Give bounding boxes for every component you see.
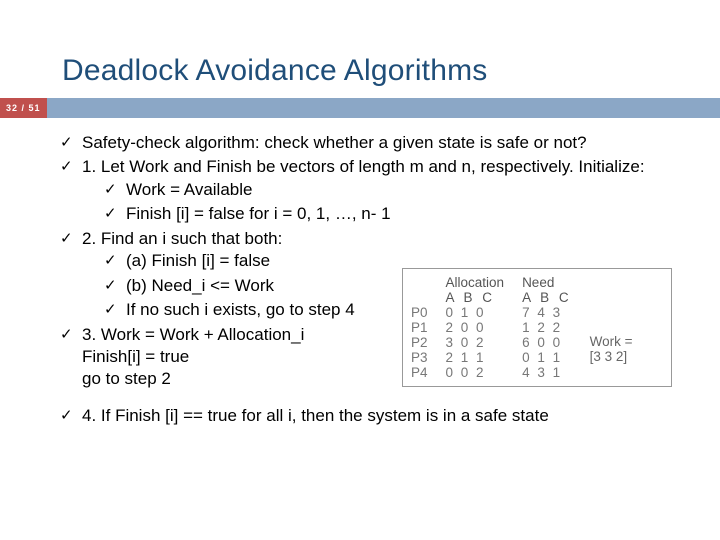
bullet-step1-text: 1. Let Work and Finish be vectors of len… xyxy=(82,157,645,176)
th-need: Need xyxy=(522,275,572,290)
alloc-p0: 0 1 0 xyxy=(446,305,505,320)
allocation-table: P0 P1 P2 P3 P4 Allocation A B C 0 1 0 2 … xyxy=(402,268,672,387)
alloc-p1: 2 0 0 xyxy=(446,320,505,335)
col-work: Work = [3 3 2] xyxy=(590,275,633,380)
alloc-p3: 2 1 1 xyxy=(446,350,505,365)
col-process: P0 P1 P2 P3 P4 xyxy=(411,275,428,380)
row-p1: P1 xyxy=(411,320,428,335)
title-bar: 32 / 51 xyxy=(0,98,720,118)
final-list: 4. If Finish [i] == true for all i, then… xyxy=(60,405,680,427)
slide-title: Deadlock Avoidance Algorithms xyxy=(0,0,720,98)
need-p4: 4 3 1 xyxy=(522,365,572,380)
th-alloc-abc: A B C xyxy=(446,290,505,305)
row-p0: P0 xyxy=(411,305,428,320)
bullet-step1: 1. Let Work and Finish be vectors of len… xyxy=(60,156,680,225)
alloc-p2: 3 0 2 xyxy=(446,335,505,350)
col-allocation: Allocation A B C 0 1 0 2 0 0 3 0 2 2 1 1… xyxy=(446,275,505,380)
th-need-abc: A B C xyxy=(522,290,572,305)
need-p3: 0 1 1 xyxy=(522,350,572,365)
bullet-work-avail: Work = Available xyxy=(104,179,680,201)
row-p4: P4 xyxy=(411,365,428,380)
spacer xyxy=(60,393,680,405)
bullet-step3-text: 3. Work = Work + Allocation_i xyxy=(82,325,304,344)
col-need: Need A B C 7 4 3 1 2 2 6 0 0 0 1 1 4 3 1 xyxy=(522,275,572,380)
row-p3: P3 xyxy=(411,350,428,365)
th-alloc: Allocation xyxy=(446,275,505,290)
page-number-badge: 32 / 51 xyxy=(0,98,47,118)
slide-root: Deadlock Avoidance Algorithms 32 / 51 Sa… xyxy=(0,0,720,540)
th-empty xyxy=(411,275,428,290)
bullet-finish-init: Finish [i] = false for i = 0, 1, …, n- 1 xyxy=(104,203,680,225)
sub-step1: Work = Available Finish [i] = false for … xyxy=(82,179,680,226)
bullet-safety-check: Safety-check algorithm: check whether a … xyxy=(60,132,680,154)
row-p2: P2 xyxy=(411,335,428,350)
work-label: Work = xyxy=(590,334,633,349)
work-cell: Work = [3 3 2] xyxy=(590,334,633,364)
th-empty2 xyxy=(411,290,428,305)
alloc-p4: 0 0 2 xyxy=(446,365,505,380)
bullet-step2-text: 2. Find an i such that both: xyxy=(82,229,282,248)
need-p2: 6 0 0 xyxy=(522,335,572,350)
need-p0: 7 4 3 xyxy=(522,305,572,320)
bullet-step4: 4. If Finish [i] == true for all i, then… xyxy=(60,405,680,427)
need-p1: 1 2 2 xyxy=(522,320,572,335)
work-value: [3 3 2] xyxy=(590,349,628,364)
table-grid: P0 P1 P2 P3 P4 Allocation A B C 0 1 0 2 … xyxy=(411,275,663,380)
